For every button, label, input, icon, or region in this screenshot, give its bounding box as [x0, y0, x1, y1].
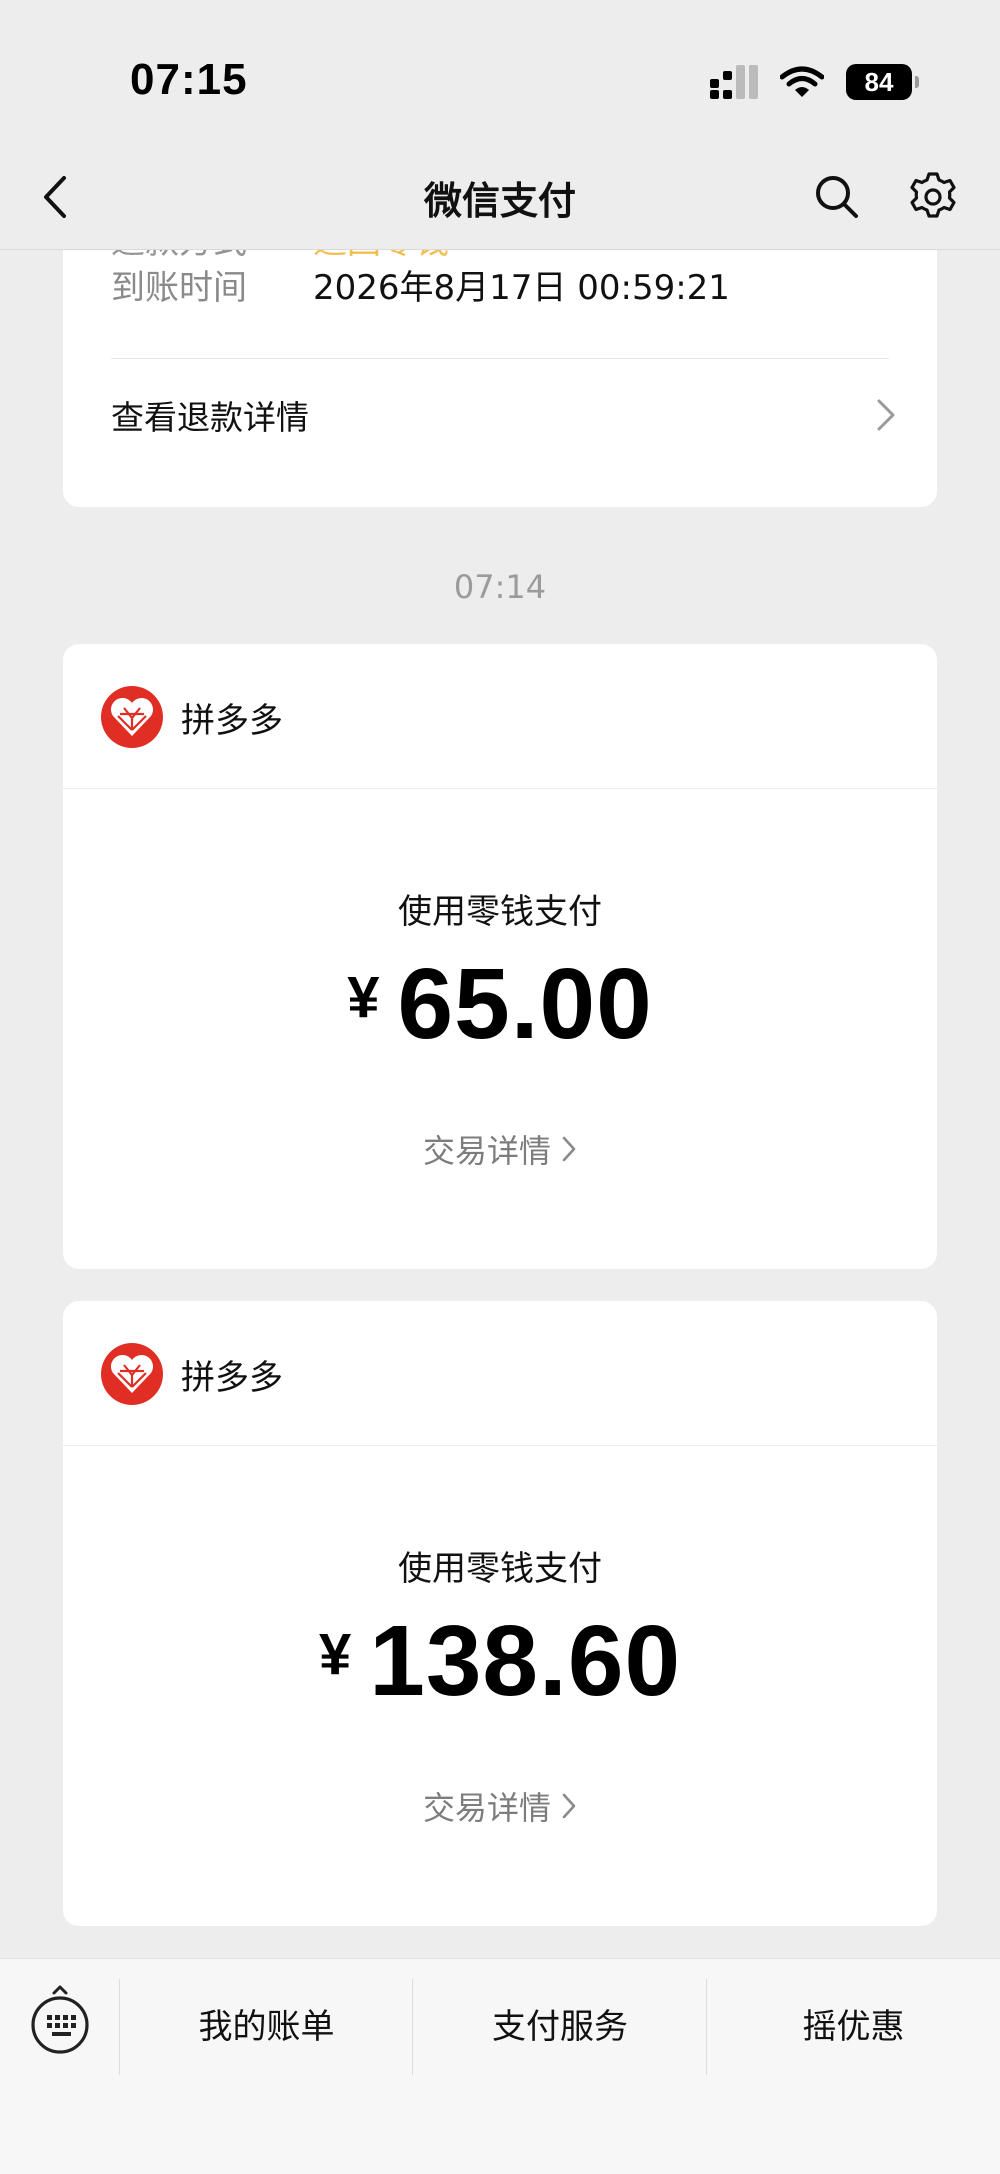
- search-icon[interactable]: [812, 172, 862, 222]
- refund-card: 退款方式 退回零钱 到账时间 2026年8月17日 00:59:21 查看退款详…: [63, 250, 937, 507]
- bottom-menu-bar: 我的账单 支付服务 摇优惠: [0, 1958, 1000, 2174]
- merchant-header[interactable]: 拼多多: [101, 1343, 283, 1405]
- menu-payment-services[interactable]: 支付服务: [413, 1973, 707, 2073]
- payment-amount: ¥ 138.60: [63, 1611, 937, 1711]
- refund-detail-label: 查看退款详情: [111, 398, 309, 437]
- pinduoduo-logo-icon: [101, 686, 163, 748]
- merchant-name: 拼多多: [181, 1357, 283, 1398]
- payment-card[interactable]: 拼多多 使用零钱支付 ¥ 138.60 交易详情: [63, 1301, 937, 1926]
- menu-my-bills[interactable]: 我的账单: [120, 1973, 413, 2073]
- status-icons: 84: [710, 62, 919, 102]
- refund-detail-link[interactable]: 查看退款详情: [111, 380, 897, 450]
- nav-bar: 微信支付: [0, 160, 1000, 250]
- amount-value: 65.00: [397, 948, 653, 1060]
- chevron-right-icon: [562, 1136, 576, 1162]
- divider: [63, 1445, 937, 1446]
- payment-card[interactable]: 拼多多 使用零钱支付 ¥ 65.00 交易详情: [63, 644, 937, 1269]
- battery-indicator: 84: [846, 64, 919, 100]
- message-list[interactable]: 退款方式 退回零钱 到账时间 2026年8月17日 00:59:21 查看退款详…: [0, 250, 1000, 1960]
- merchant-name: 拼多多: [181, 700, 283, 741]
- refund-time-row: 到账时间 2026年8月17日 00:59:21: [111, 260, 730, 309]
- status-bar: 07:15 84: [0, 0, 1000, 160]
- transaction-detail-link[interactable]: 交易详情: [63, 1126, 937, 1172]
- message-timestamp: 07:14: [453, 568, 547, 606]
- transaction-detail-label: 交易详情: [422, 1132, 551, 1170]
- menu-shake-deals[interactable]: 摇优惠: [707, 1973, 1000, 2073]
- wifi-icon: [780, 66, 824, 97]
- currency-symbol: ¥: [347, 965, 380, 1030]
- status-time: 07:15: [130, 55, 248, 104]
- currency-symbol: ¥: [318, 1622, 352, 1687]
- amount-value: 138.60: [369, 1605, 682, 1717]
- pinduoduo-logo-icon: [101, 1343, 163, 1405]
- divider: [63, 788, 937, 789]
- transaction-detail-label: 交易详情: [422, 1789, 551, 1827]
- gear-icon[interactable]: [906, 170, 960, 224]
- battery-level: 84: [864, 66, 894, 97]
- refund-time-value: 2026年8月17日 00:59:21: [313, 268, 730, 308]
- payment-amount: ¥ 65.00: [63, 954, 937, 1054]
- merchant-header[interactable]: 拼多多: [101, 686, 283, 748]
- payment-method: 使用零钱支付: [398, 892, 602, 932]
- refund-time-label: 到账时间: [111, 268, 247, 308]
- payment-method: 使用零钱支付: [398, 1549, 602, 1589]
- divider: [111, 358, 889, 359]
- chevron-right-icon: [562, 1793, 576, 1819]
- cellular-signal-icon: [710, 65, 758, 99]
- transaction-detail-link[interactable]: 交易详情: [63, 1783, 937, 1829]
- chevron-right-icon: [877, 399, 895, 431]
- keyboard-icon[interactable]: [28, 1983, 92, 2055]
